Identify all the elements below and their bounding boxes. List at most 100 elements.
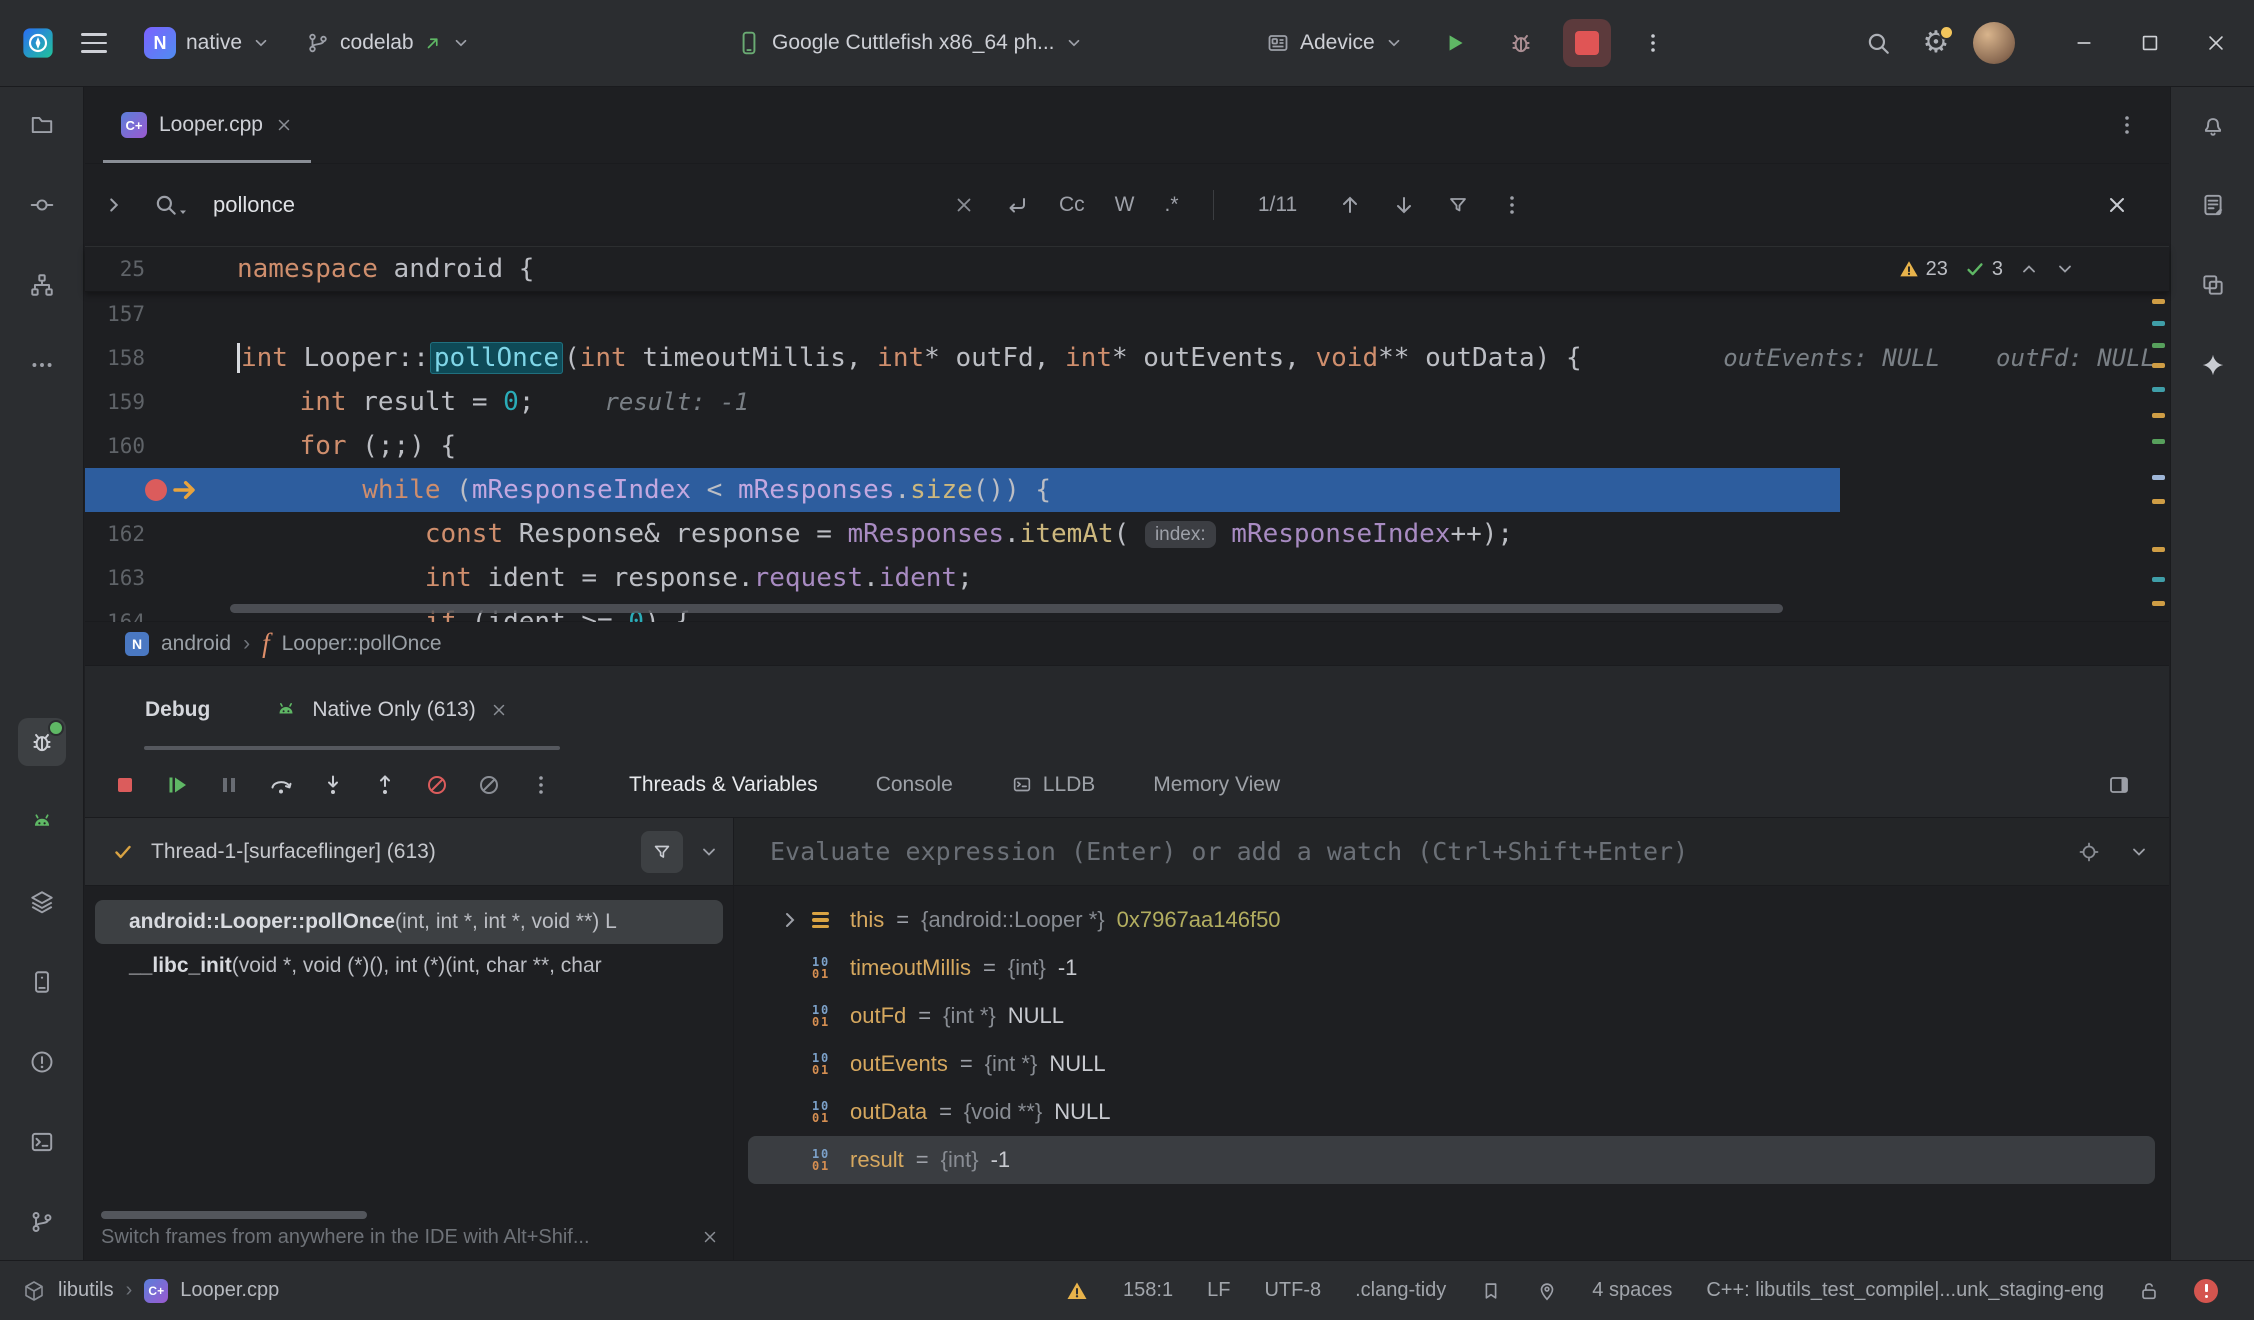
stripe-mark[interactable] bbox=[2152, 343, 2165, 348]
editor-horizontal-scrollbar[interactable] bbox=[230, 604, 1783, 613]
variable-row[interactable]: 1001timeoutMillis={int}-1 bbox=[734, 944, 2169, 992]
variable-row[interactable]: 1001result={int}-1 bbox=[748, 1136, 2155, 1184]
stripe-mark[interactable] bbox=[2152, 577, 2165, 582]
stripe-mark[interactable] bbox=[2152, 413, 2165, 418]
dismiss-hint-icon[interactable] bbox=[701, 1228, 719, 1246]
stripe-mark[interactable] bbox=[2152, 439, 2165, 444]
sidebar-item-running-devices[interactable] bbox=[18, 798, 66, 846]
search-options-icon[interactable] bbox=[1500, 193, 1524, 217]
next-problem-icon[interactable] bbox=[2055, 259, 2075, 279]
variable-row[interactable]: 1001outData={void **}NULL bbox=[734, 1088, 2169, 1136]
layout-settings-button[interactable] bbox=[2099, 765, 2139, 805]
search-everywhere-button[interactable] bbox=[1854, 19, 1902, 67]
toolchain-label[interactable]: C++: libutils_test_compile|...unk_stagin… bbox=[1706, 1279, 2104, 1302]
line-number[interactable]: 157 bbox=[85, 302, 145, 326]
step-over-button[interactable] bbox=[261, 765, 301, 805]
evaluate-dropdown-icon[interactable] bbox=[2129, 842, 2149, 862]
clear-search-icon[interactable] bbox=[953, 194, 975, 216]
filter-threads-button[interactable] bbox=[641, 831, 683, 873]
sidebar-item-version-control[interactable] bbox=[18, 1198, 66, 1246]
search-mode-icon[interactable] bbox=[153, 192, 189, 218]
debug-tab-memory-view[interactable]: Memory View bbox=[1153, 773, 1280, 797]
window-close-button[interactable] bbox=[2188, 19, 2244, 67]
line-number[interactable]: 162 bbox=[85, 522, 145, 546]
prev-problem-icon[interactable] bbox=[2019, 259, 2039, 279]
project-widget[interactable]: N native bbox=[134, 19, 280, 67]
debug-tab-threads-variables[interactable]: Threads & Variables bbox=[629, 773, 818, 797]
disable-breakpoints-button[interactable] bbox=[469, 765, 509, 805]
whole-words-toggle[interactable]: W bbox=[1115, 193, 1135, 217]
line-number[interactable]: 164 bbox=[85, 610, 145, 622]
status-warning-icon[interactable] bbox=[1065, 1279, 1089, 1303]
stripe-mark[interactable] bbox=[2152, 547, 2165, 552]
breakpoint-icon[interactable] bbox=[145, 479, 167, 501]
stripe-mark[interactable] bbox=[2152, 475, 2165, 480]
caret-position[interactable]: 158:1 bbox=[1123, 1279, 1173, 1302]
regex-toggle[interactable]: .* bbox=[1165, 193, 1179, 217]
stop-button[interactable] bbox=[1563, 19, 1611, 67]
highlighting-level-icon[interactable] bbox=[1536, 1280, 1558, 1302]
run-button[interactable] bbox=[1431, 19, 1479, 67]
sidebar-item-project[interactable] bbox=[18, 101, 66, 149]
search-input[interactable]: pollonce bbox=[213, 192, 923, 218]
variable-row[interactable]: this={android::Looper *}0x7967aa146f50 bbox=[734, 896, 2169, 944]
sidebar-item-terminal[interactable] bbox=[18, 1118, 66, 1166]
sidebar-item-debug[interactable] bbox=[18, 718, 66, 766]
filter-search-icon[interactable] bbox=[1446, 193, 1470, 217]
status-module[interactable]: libutils bbox=[58, 1279, 114, 1302]
more-actions-button[interactable] bbox=[1629, 19, 1677, 67]
error-badge[interactable] bbox=[2194, 1279, 2218, 1303]
resume-button[interactable] bbox=[157, 765, 197, 805]
line-number[interactable]: 159 bbox=[85, 390, 145, 414]
bookmark-icon[interactable] bbox=[1480, 1280, 1502, 1302]
sidebar-item-device-explorer[interactable] bbox=[2189, 261, 2237, 309]
sidebar-item-gemini[interactable] bbox=[2189, 341, 2237, 389]
evaluate-input[interactable]: Evaluate expression (Enter) or add a wat… bbox=[770, 837, 2049, 866]
line-number[interactable]: 160 bbox=[85, 434, 145, 458]
run-config-selector[interactable]: Adevice bbox=[1256, 19, 1413, 67]
session-close-icon[interactable] bbox=[490, 701, 508, 719]
tab-close-icon[interactable] bbox=[275, 116, 293, 134]
sidebar-item-structure[interactable] bbox=[18, 261, 66, 309]
sidebar-item-problems[interactable] bbox=[18, 1038, 66, 1086]
sidebar-item-more[interactable] bbox=[18, 341, 66, 389]
step-into-button[interactable] bbox=[313, 765, 353, 805]
stripe-mark[interactable] bbox=[2152, 387, 2165, 392]
stack-frame[interactable]: __libc_init(void *, void (*)(), int (*)(… bbox=[95, 944, 723, 988]
debug-tab-console[interactable]: Console bbox=[876, 773, 953, 797]
vcs-widget[interactable]: codelab bbox=[296, 19, 480, 67]
code-lines[interactable]: 157158int Looper::pollOnce(int timeoutMi… bbox=[85, 292, 2169, 622]
code-editor[interactable]: 25 namespace android { 23 3 157158in bbox=[85, 247, 2169, 621]
sidebar-item-commit[interactable] bbox=[18, 181, 66, 229]
stripe-mark[interactable] bbox=[2152, 601, 2165, 606]
thread-selector[interactable]: Thread-1-[surfaceflinger] (613) bbox=[85, 818, 733, 886]
gutter-icons[interactable] bbox=[145, 474, 237, 506]
expand-chevron-icon[interactable] bbox=[778, 908, 812, 932]
main-menu-button[interactable] bbox=[70, 19, 118, 67]
breadcrumb-namespace[interactable]: android bbox=[161, 632, 231, 656]
indent-setting[interactable]: 4 spaces bbox=[1592, 1279, 1672, 1302]
sidebar-item-notifications[interactable] bbox=[2189, 101, 2237, 149]
sidebar-item-assistant[interactable] bbox=[2189, 181, 2237, 229]
stripe-mark[interactable] bbox=[2152, 363, 2165, 368]
file-encoding[interactable]: UTF-8 bbox=[1264, 1279, 1321, 1302]
pause-button[interactable] bbox=[209, 765, 249, 805]
step-out-button[interactable] bbox=[365, 765, 405, 805]
inspections-widget[interactable]: 23 3 bbox=[1898, 247, 2075, 291]
thread-dropdown-icon[interactable] bbox=[699, 842, 719, 862]
settings-button[interactable]: ⚙ bbox=[1912, 19, 1960, 67]
analyzer-status[interactable]: .clang-tidy bbox=[1355, 1279, 1446, 1302]
device-selector[interactable]: Google Cuttlefish x86_64 ph... bbox=[726, 19, 1093, 67]
line-separator[interactable]: LF bbox=[1207, 1279, 1230, 1302]
tab-options-icon[interactable] bbox=[2115, 113, 2139, 137]
line-number[interactable]: 163 bbox=[85, 566, 145, 590]
expand-search-icon[interactable] bbox=[103, 194, 125, 216]
debug-options-icon[interactable] bbox=[521, 765, 561, 805]
add-watch-icon[interactable] bbox=[2077, 840, 2101, 864]
mute-breakpoints-button[interactable] bbox=[417, 765, 457, 805]
close-search-icon[interactable] bbox=[2105, 193, 2129, 217]
sidebar-item-device-manager[interactable] bbox=[18, 958, 66, 1006]
window-minimize-button[interactable] bbox=[2056, 19, 2112, 67]
debug-tab-lldb[interactable]: LLDB bbox=[1011, 773, 1096, 797]
window-maximize-button[interactable] bbox=[2122, 19, 2178, 67]
